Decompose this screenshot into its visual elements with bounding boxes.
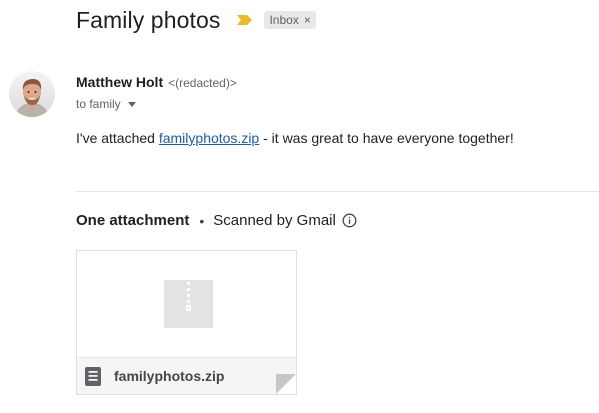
remove-label-button[interactable]: ×: [304, 13, 311, 27]
subject-row: Family photos Inbox ×: [76, 6, 316, 34]
scanned-by-gmail-label: Scanned by Gmail: [213, 212, 336, 229]
recipients-label: to family: [76, 97, 121, 111]
attachment-footer[interactable]: familyphotos.zip: [77, 357, 296, 394]
attachments-divider: [76, 191, 599, 192]
page-fold-corner: [276, 374, 296, 394]
sender-avatar[interactable]: [9, 71, 55, 117]
attachments-header: One attachment • Scanned by Gmail: [76, 212, 357, 229]
label-chip-text: Inbox: [269, 13, 299, 27]
attachment-preview[interactable]: [77, 251, 296, 357]
attachment-card[interactable]: familyphotos.zip: [76, 250, 297, 395]
inbox-label-chip: Inbox ×: [264, 11, 316, 29]
archive-file-icon: [85, 367, 101, 386]
attachment-link[interactable]: familyphotos.zip: [159, 130, 259, 146]
message-body: I've attached familyphotos.zip - it was …: [76, 130, 514, 146]
body-text-after-link: - it was great to have everyone together…: [259, 130, 514, 146]
body-text-before-link: I've attached: [76, 130, 159, 146]
recipients-details-toggle[interactable]: to family: [76, 97, 136, 111]
attachments-title: One attachment: [76, 212, 190, 229]
sender-row: Matthew Holt <(redacted)>: [76, 74, 237, 90]
chevron-down-icon: [127, 101, 136, 107]
sender-email: <(redacted)>: [168, 76, 237, 90]
sender-name[interactable]: Matthew Holt: [76, 74, 163, 90]
zip-archive-preview-icon: [164, 280, 213, 328]
attachment-file-name: familyphotos.zip: [114, 368, 225, 384]
avatar-photo-icon: [9, 71, 55, 117]
info-icon[interactable]: [342, 213, 357, 228]
importance-marker-icon[interactable]: [237, 15, 253, 25]
separator-dot: •: [199, 212, 205, 229]
email-subject: Family photos: [76, 6, 221, 33]
